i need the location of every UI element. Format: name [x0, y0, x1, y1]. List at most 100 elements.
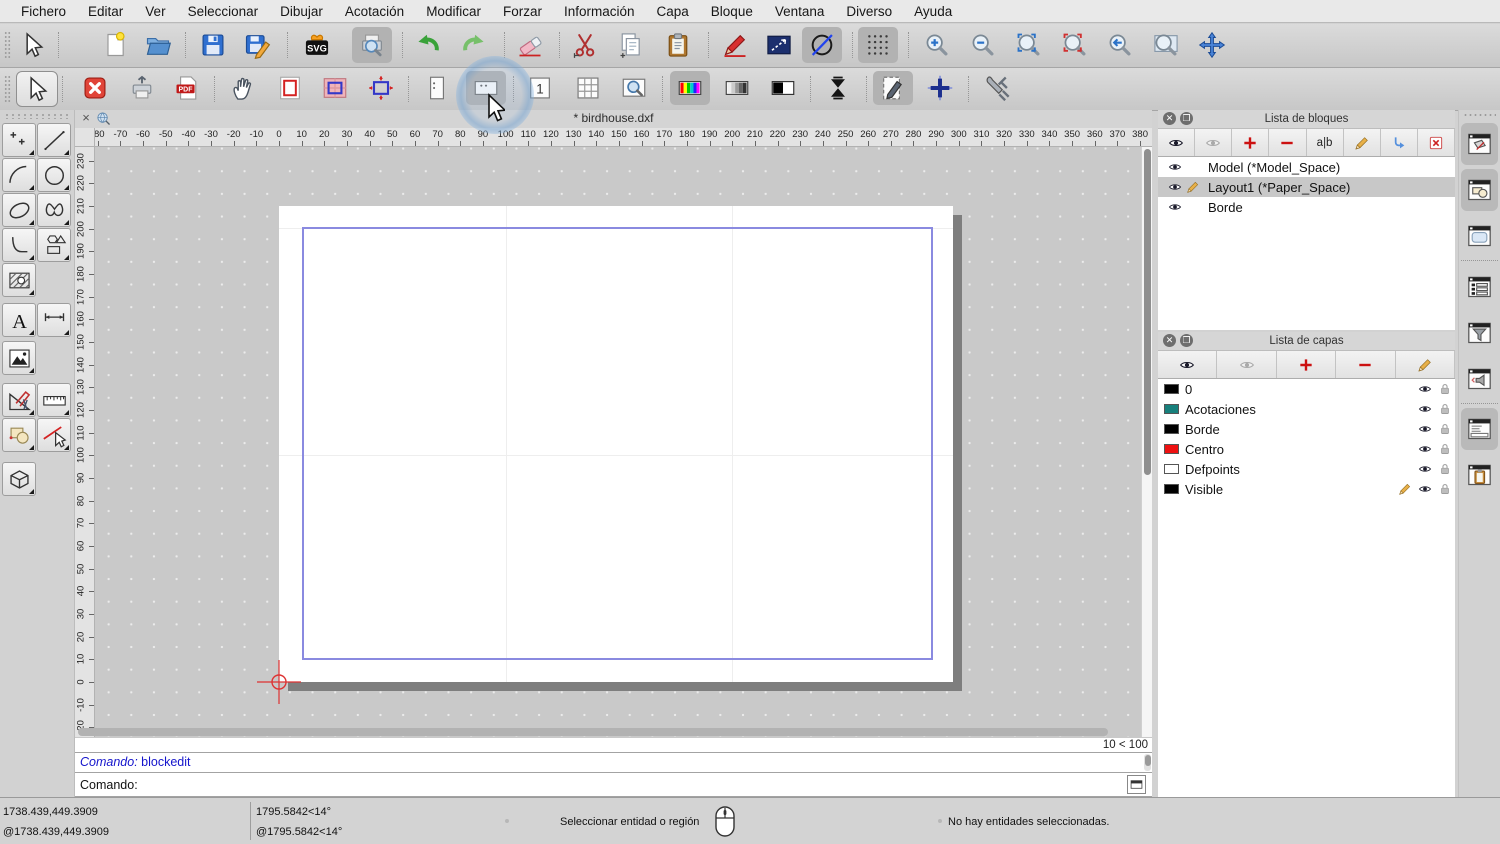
block-visibility-icon[interactable]: [1166, 160, 1184, 174]
layer-row[interactable]: Acotaciones: [1158, 399, 1455, 419]
block-row[interactable]: Model (*Model_Space): [1158, 157, 1455, 177]
layer-color-swatch[interactable]: [1164, 404, 1179, 414]
ellipse-tools-button[interactable]: [2, 193, 36, 227]
menu-forzar[interactable]: Forzar: [492, 0, 553, 23]
portrait-orientation-button[interactable]: [417, 71, 457, 105]
landscape-orientation-button[interactable]: [466, 71, 506, 105]
svg-export-button[interactable]: SVG: [297, 27, 337, 63]
clipboard-panel-toggle-button[interactable]: [1461, 454, 1498, 496]
layer-color-swatch[interactable]: [1164, 384, 1179, 394]
layer-lock-icon[interactable]: [1435, 382, 1455, 396]
layer-row[interactable]: Defpoints: [1158, 459, 1455, 479]
grid-toggle-button[interactable]: [858, 27, 898, 63]
layer-lock-icon[interactable]: [1435, 402, 1455, 416]
layer-color-swatch[interactable]: [1164, 464, 1179, 474]
blocks-hide-all-blocks-button[interactable]: [1195, 129, 1232, 156]
pan-paper-button[interactable]: [223, 71, 263, 105]
menu-fichero[interactable]: Fichero: [10, 0, 77, 23]
block-list-panel-toggle-button[interactable]: [1461, 123, 1498, 165]
print-button[interactable]: [122, 71, 162, 105]
layers-add-layer-button[interactable]: [1277, 351, 1336, 378]
command-input[interactable]: [144, 775, 1121, 795]
pdf-export-button[interactable]: PDF: [167, 71, 207, 105]
hatch-tools-button[interactable]: [2, 263, 36, 297]
command-history[interactable]: Comando: blockedit: [75, 752, 1152, 773]
black-white-mode-button[interactable]: [763, 71, 803, 105]
layer-lock-icon[interactable]: [1435, 482, 1455, 496]
menu-informacion[interactable]: Información: [553, 0, 646, 23]
menu-dibujar[interactable]: Dibujar: [269, 0, 334, 23]
zoom-out-button[interactable]: [963, 27, 1003, 63]
dock-strip-handle[interactable]: [1463, 113, 1496, 118]
toolbar-handle[interactable]: [4, 75, 11, 103]
blocks-edit-block-button[interactable]: [1344, 129, 1381, 156]
layer-row[interactable]: 0: [1158, 379, 1455, 399]
blocks-add-block-button[interactable]: [1232, 129, 1269, 156]
horizontal-scrollbar[interactable]: [75, 727, 1141, 737]
copy-button[interactable]: [611, 27, 651, 63]
layer-color-swatch[interactable]: [1164, 484, 1179, 494]
menu-acotacion[interactable]: Acotación: [334, 0, 415, 23]
measure-distance-button[interactable]: [759, 27, 799, 63]
blocks-insert-block-button[interactable]: [1381, 129, 1418, 156]
blocks-show-all-blocks-button[interactable]: [1158, 129, 1195, 156]
layer-lock-icon[interactable]: [1435, 462, 1455, 476]
save-as-button[interactable]: [237, 27, 277, 63]
layer-row[interactable]: Borde: [1158, 419, 1455, 439]
layers-show-all-layers-button[interactable]: [1158, 351, 1217, 378]
layer-lock-icon[interactable]: [1435, 442, 1455, 456]
layers-remove-layer-button[interactable]: [1336, 351, 1395, 378]
open-file-button[interactable]: [138, 27, 178, 63]
vertical-scrollbar[interactable]: [1141, 147, 1152, 737]
image-tools-button[interactable]: [2, 341, 36, 375]
select-tools-button[interactable]: [37, 418, 71, 452]
paste-button[interactable]: [658, 27, 698, 63]
layer-current-icon[interactable]: [1395, 482, 1415, 496]
new-file-button[interactable]: [95, 27, 135, 63]
current-tool-pointer-button[interactable]: [16, 71, 58, 107]
zoom-selection-button[interactable]: [1055, 27, 1095, 63]
selection-filter-panel-toggle-button[interactable]: [1461, 312, 1498, 354]
point-tools-button[interactable]: [2, 123, 36, 157]
layer-visibility-icon[interactable]: [1415, 402, 1435, 416]
vertical-scrollbar-thumb[interactable]: [1144, 149, 1151, 475]
menu-diverso[interactable]: Diverso: [835, 0, 903, 23]
layer-lock-icon[interactable]: [1435, 422, 1455, 436]
preferences-tools-button[interactable]: [977, 71, 1017, 105]
layer-row[interactable]: Centro: [1158, 439, 1455, 459]
layer-visibility-icon[interactable]: [1415, 442, 1435, 456]
keyboard-toggle-button[interactable]: [1127, 775, 1146, 794]
layer-row[interactable]: Visible: [1158, 479, 1455, 499]
layer-color-swatch[interactable]: [1164, 444, 1179, 454]
menu-capa[interactable]: Capa: [646, 0, 700, 23]
zoom-previous-button[interactable]: [1100, 27, 1140, 63]
drawing-canvas[interactable]: [95, 147, 1141, 737]
polyline-tools-button[interactable]: [2, 228, 36, 262]
measure-tools-button[interactable]: [37, 383, 71, 417]
menu-seleccionar[interactable]: Seleccionar: [177, 0, 270, 23]
spline-tools-button[interactable]: [37, 193, 71, 227]
line-tools-button[interactable]: [37, 123, 71, 157]
draw-edit-button[interactable]: [715, 27, 755, 63]
zoom-in-button[interactable]: [917, 27, 957, 63]
property-editor-panel-toggle-button[interactable]: [1461, 266, 1498, 308]
print-preview-button[interactable]: [352, 27, 392, 63]
block-row[interactable]: Layout1 (*Paper_Space): [1158, 177, 1455, 197]
block-visibility-icon[interactable]: [1166, 200, 1184, 214]
layer-visibility-icon[interactable]: [1415, 422, 1435, 436]
library-browser-panel-toggle-button[interactable]: [1461, 215, 1498, 257]
layer-visibility-icon[interactable]: [1415, 462, 1435, 476]
selection-pointer-button[interactable]: [13, 27, 53, 63]
zoom-to-page-button[interactable]: [614, 71, 654, 105]
block-edit-icon[interactable]: [1184, 180, 1202, 194]
hairline-mode-button[interactable]: [818, 71, 858, 105]
horizontal-scrollbar-thumb[interactable]: [78, 728, 1108, 736]
zoom-window-button[interactable]: [1146, 27, 1186, 63]
drawing-settings-button[interactable]: [873, 71, 913, 105]
layer-color-swatch[interactable]: [1164, 424, 1179, 434]
grayscale-mode-button[interactable]: [717, 71, 757, 105]
layer-visibility-icon[interactable]: [1415, 482, 1435, 496]
paper-borders-button[interactable]: [270, 71, 310, 105]
delete-entities-button[interactable]: [510, 27, 550, 63]
cut-button[interactable]: [565, 27, 605, 63]
